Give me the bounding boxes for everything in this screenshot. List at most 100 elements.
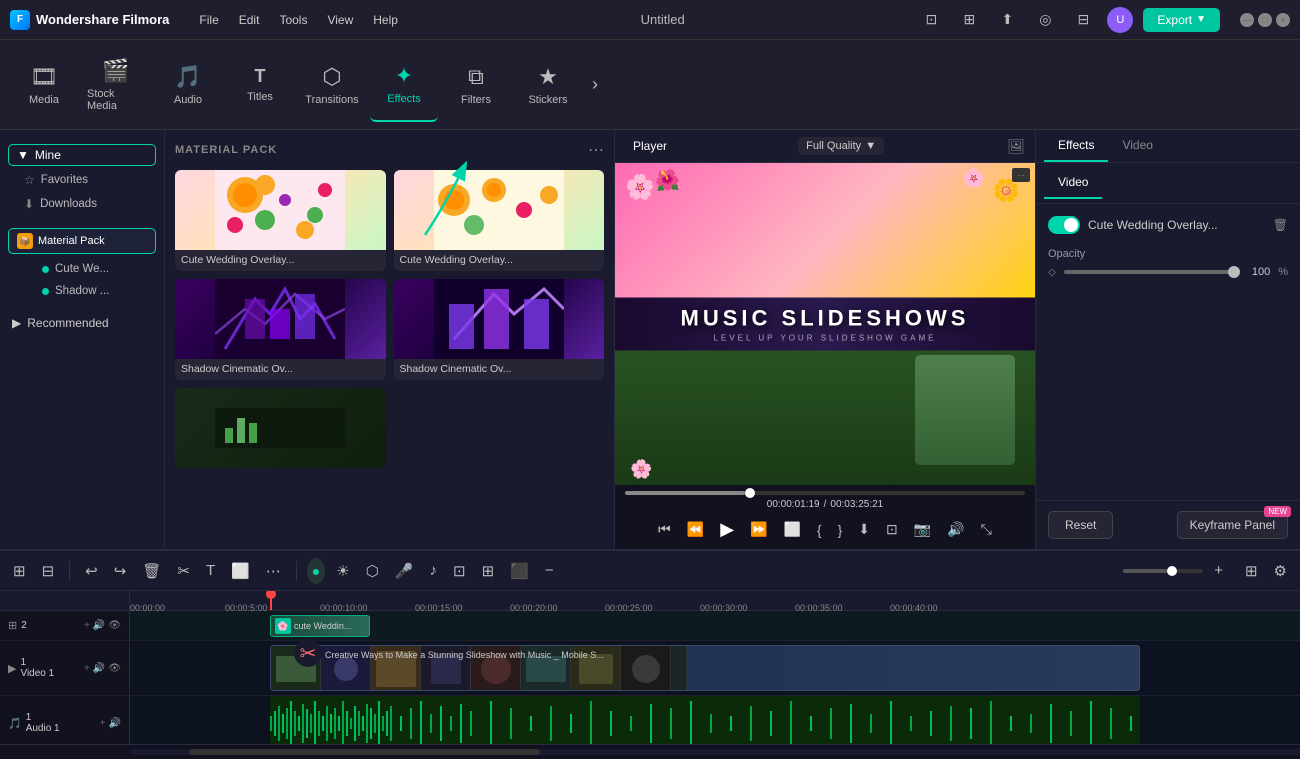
tool-effects[interactable]: ✦ Effects (370, 47, 438, 122)
tool-audio[interactable]: 🎵 Audio (154, 47, 222, 122)
tl-grid-icon[interactable]: ⊞ (1240, 558, 1263, 584)
volume-icon[interactable]: 🔊 (944, 518, 967, 541)
sidebar-cute-wedding[interactable]: Cute We... (0, 258, 164, 280)
tl-layout-icon[interactable]: ⊞ (8, 558, 31, 584)
video-add-icon[interactable]: + (84, 663, 90, 674)
step-back-button[interactable]: ⏮ (655, 518, 674, 541)
video-clip[interactable]: Creative Ways to Make a Stunning Slidesh… (270, 645, 1140, 691)
preview-icon[interactable]: ⬜ (780, 518, 803, 541)
menu-file[interactable]: File (189, 0, 228, 40)
tool-stock-media[interactable]: 🎬 Stock Media (82, 47, 150, 122)
right-tab-effects[interactable]: Effects (1044, 130, 1108, 162)
filters-label: Filters (461, 94, 491, 106)
tool-titles[interactable]: T Titles (226, 47, 294, 122)
fullscreen-icon[interactable]: ⤡ (978, 518, 995, 541)
tl-text-icon[interactable]: T (201, 558, 220, 583)
keyframe-diamond-icon[interactable]: ◇ (1048, 267, 1056, 278)
tl-more-icon[interactable]: ⋯ (261, 558, 286, 584)
sidebar-shadow[interactable]: Shadow ... (0, 280, 164, 302)
tl-delete-icon[interactable]: 🗑 (137, 558, 166, 584)
tl-audio-icon[interactable]: ♪ (425, 558, 443, 583)
menu-edit[interactable]: Edit (229, 0, 270, 40)
play-button[interactable]: ▶ (717, 516, 737, 543)
tl-transition-icon[interactable]: ⊡ (448, 558, 471, 584)
minimize-button[interactable]: — (1240, 13, 1254, 27)
sidebar-recommended[interactable]: ▶ Recommended (0, 310, 164, 336)
overlay-audio-icon[interactable]: 🔊 (93, 620, 105, 631)
effect-card-green[interactable] (175, 388, 386, 468)
more-options-icon[interactable]: ⋯ (588, 140, 604, 160)
menu-tools[interactable]: Tools (269, 0, 317, 40)
audio-pre (130, 696, 270, 744)
overlay-eye-icon[interactable]: 👁 (108, 620, 121, 631)
sidebar-mine-header[interactable]: ▼ Mine (8, 144, 156, 166)
effect-card-cute-2[interactable]: Cute Wedding Overlay... (394, 170, 605, 271)
video-thumb-9 (671, 646, 687, 691)
frame-forward-button[interactable]: ⏩ (747, 518, 770, 541)
video-audio-icon[interactable]: 🔊 (93, 663, 105, 674)
crop-icon[interactable]: ⊡ (883, 518, 901, 541)
toolbar-more[interactable]: › (586, 74, 604, 95)
upload-icon[interactable]: ⬆ (993, 6, 1021, 34)
tl-redo-icon[interactable]: ↪ (109, 558, 132, 584)
menu-help[interactable]: Help (363, 0, 408, 40)
apps-icon[interactable]: ⊟ (1069, 6, 1097, 34)
tl-split-icon[interactable]: ⊞ (477, 558, 500, 584)
tool-filters[interactable]: ⧉ Filters (442, 47, 510, 122)
player-tab[interactable]: Player (625, 136, 675, 156)
tl-settings-icon[interactable]: ⚙ (1269, 558, 1292, 584)
h-scrollbar[interactable] (130, 749, 1300, 755)
tl-shield-icon[interactable]: ⬡ (361, 558, 384, 584)
overlay-add-icon[interactable]: + (84, 620, 90, 631)
effect-card-cute-1[interactable]: Cute Wedding Overlay... (175, 170, 386, 271)
tl-undo-icon[interactable]: ↩ (80, 558, 103, 584)
sidebar-favorites[interactable]: ☆ Favorites (0, 168, 164, 192)
tl-minus-icon[interactable]: − (540, 558, 559, 583)
insert-icon[interactable]: ⬇ (855, 518, 873, 541)
maximize-button[interactable]: □ (1258, 13, 1272, 27)
tl-zoom-slider[interactable] (1123, 569, 1203, 573)
opacity-slider[interactable] (1064, 270, 1235, 274)
monitor-icon[interactable]: ⊡ (917, 6, 945, 34)
overlay-clip[interactable]: 🌸 cute Weddin... (270, 615, 370, 637)
quality-select[interactable]: Full Quality ▼ (798, 137, 884, 155)
effect-card-shadow-2[interactable]: Shadow Cinematic Ov... (394, 279, 605, 380)
sidebar-material-pack[interactable]: 📦 Material Pack (8, 228, 156, 254)
tool-media[interactable]: 🎞 Media (10, 47, 78, 122)
tl-brightness-icon[interactable]: ☀ (331, 558, 354, 584)
menu-view[interactable]: View (317, 0, 363, 40)
keyframe-panel-button[interactable]: Keyframe Panel NEW (1177, 511, 1288, 539)
snapshot-ctrl-icon[interactable]: 📷 (911, 518, 934, 541)
tl-mic-icon[interactable]: 🎤 (390, 558, 419, 584)
grid-icon[interactable]: ⊞ (955, 6, 983, 34)
audio-icon[interactable]: ◎ (1031, 6, 1059, 34)
tl-cut-icon[interactable]: ✂ (172, 558, 195, 584)
export-button[interactable]: Export ▼ (1143, 8, 1220, 32)
tl-crop-icon[interactable]: ⬜ (226, 558, 255, 584)
progress-bar[interactable] (625, 491, 1025, 495)
right-sub-tab-video[interactable]: Video (1044, 167, 1102, 199)
tool-transitions[interactable]: ⬡ Transitions (298, 47, 366, 122)
flower-1: 🌸 (625, 173, 655, 202)
sidebar-downloads[interactable]: ⬇ Downloads (0, 192, 164, 216)
tl-pip-icon[interactable]: ⬛ (505, 558, 534, 584)
video-eye-icon[interactable]: 👁 (108, 663, 121, 674)
close-button[interactable]: × (1276, 13, 1290, 27)
avatar[interactable]: U (1107, 7, 1133, 33)
mark-out-icon[interactable]: } (835, 519, 846, 541)
delete-effect-icon[interactable]: 🗑 (1273, 218, 1288, 232)
audio-volume-icon[interactable]: 🔊 (109, 718, 121, 729)
tl-record-icon[interactable]: ● (307, 558, 325, 584)
frame-back-button[interactable]: ⏪ (684, 518, 707, 541)
effect-toggle[interactable] (1048, 216, 1080, 234)
audio-add-icon[interactable]: + (100, 718, 106, 729)
waveform-svg (270, 696, 1140, 744)
mark-in-icon[interactable]: { (814, 519, 825, 541)
tl-magnet-icon[interactable]: ⊟ (37, 558, 60, 584)
snapshot-icon[interactable]: 🖼 (1007, 138, 1025, 155)
reset-button[interactable]: Reset (1048, 511, 1113, 539)
right-tab-video[interactable]: Video (1108, 130, 1166, 162)
tool-stickers[interactable]: ★ Stickers (514, 47, 582, 122)
effect-card-shadow-1[interactable]: Shadow Cinematic Ov... (175, 279, 386, 380)
tl-plus-icon[interactable]: + (1209, 558, 1228, 583)
